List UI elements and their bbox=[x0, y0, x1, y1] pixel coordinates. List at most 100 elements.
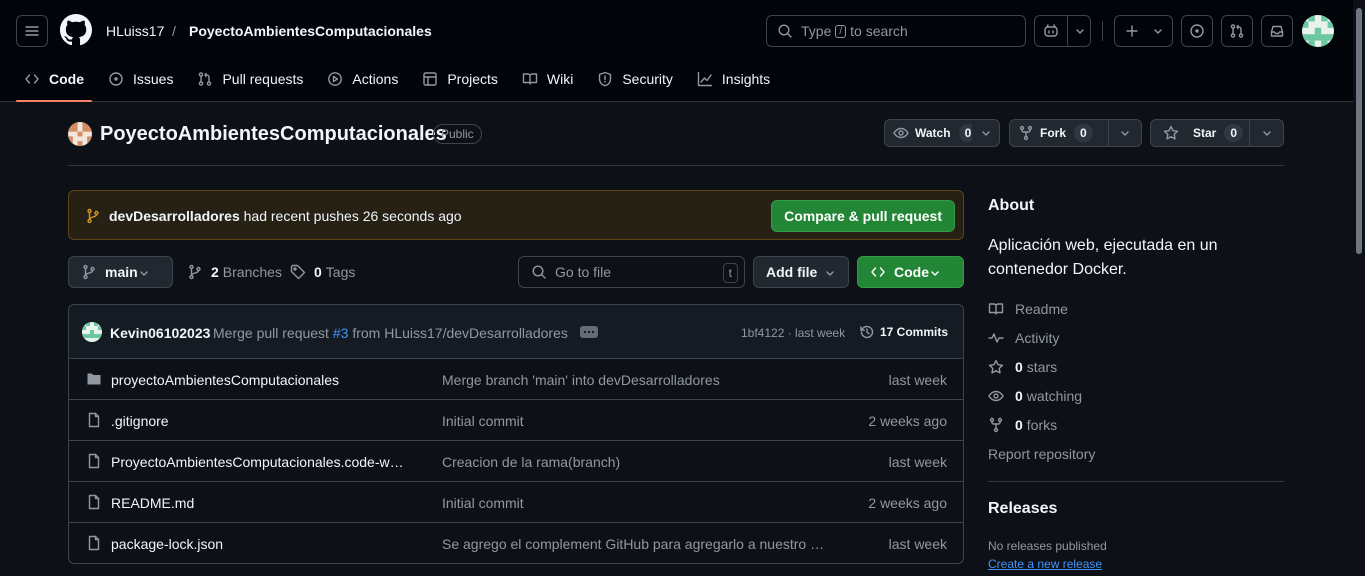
table-row[interactable]: ProyectoAmbientesComputacionales.code-wo… bbox=[69, 441, 963, 482]
file-commit-message[interactable]: Creacion de la rama(branch) bbox=[442, 454, 620, 470]
user-avatar[interactable] bbox=[1302, 15, 1334, 47]
star-dropdown[interactable] bbox=[1250, 119, 1284, 147]
star-button[interactable]: Star 0 bbox=[1150, 119, 1250, 147]
file-name[interactable]: .gitignore bbox=[111, 413, 169, 429]
tab-projects[interactable]: Projects bbox=[414, 62, 506, 96]
file-name[interactable]: package-lock.json bbox=[111, 536, 223, 552]
commit-pr-link[interactable]: #3 bbox=[333, 325, 349, 341]
forks-link[interactable]: 0 forks bbox=[988, 417, 1057, 433]
table-row[interactable]: package-lock.json Se agrego el complemen… bbox=[69, 523, 963, 563]
watching-link[interactable]: 0 watching bbox=[988, 388, 1082, 404]
star-icon bbox=[1163, 125, 1179, 141]
breadcrumb-owner[interactable]: HLuiss17 bbox=[106, 23, 164, 39]
tab-issues[interactable]: Issues bbox=[100, 62, 181, 96]
tags-link[interactable]: 0 Tags bbox=[290, 264, 355, 280]
title-divider bbox=[68, 165, 1284, 166]
star-icon bbox=[988, 359, 1004, 375]
readme-link[interactable]: Readme bbox=[988, 301, 1068, 317]
book-icon bbox=[988, 301, 1004, 317]
tab-label: Projects bbox=[447, 71, 498, 87]
add-file-button[interactable]: Add file bbox=[753, 256, 849, 288]
copilot-divider bbox=[1067, 16, 1068, 46]
forks-label: forks bbox=[1026, 417, 1058, 433]
branch-selector[interactable]: main bbox=[68, 256, 173, 288]
tab-wiki[interactable]: Wiki bbox=[514, 62, 581, 96]
fork-count: 0 bbox=[1074, 124, 1093, 142]
eye-icon bbox=[893, 125, 909, 141]
search-input[interactable]: Type / to search bbox=[766, 15, 1026, 47]
create-release-link[interactable]: Create a new release bbox=[988, 557, 1102, 571]
repo-title[interactable]: PoyectoAmbientesComputacionales bbox=[100, 123, 447, 146]
watch-dropdown[interactable] bbox=[972, 119, 1000, 147]
graph-icon bbox=[697, 71, 713, 87]
chevron-down-icon[interactable] bbox=[1072, 23, 1088, 39]
tab-insights[interactable]: Insights bbox=[689, 62, 778, 96]
branches-label: Branches bbox=[222, 264, 282, 280]
report-repository-link[interactable]: Report repository bbox=[988, 446, 1095, 462]
github-logo-icon[interactable] bbox=[60, 14, 92, 46]
copilot-icon bbox=[1043, 23, 1059, 39]
watch-control: Watch 0 bbox=[884, 119, 1000, 147]
tab-label: Issues bbox=[133, 71, 174, 87]
scrollbar-thumb[interactable] bbox=[1356, 8, 1362, 254]
folder-icon bbox=[86, 371, 102, 387]
expand-commit-button[interactable] bbox=[580, 326, 598, 338]
fork-dropdown[interactable] bbox=[1109, 119, 1142, 147]
table-row[interactable]: proyectoAmbientesComputacionales Merge b… bbox=[69, 359, 963, 400]
tab-label: Insights bbox=[721, 71, 771, 87]
commits-history-link[interactable]: 17 Commits bbox=[859, 324, 948, 340]
tab-label: Security bbox=[622, 71, 673, 87]
issues-header-button[interactable] bbox=[1181, 15, 1213, 47]
commit-author-avatar[interactable] bbox=[82, 322, 102, 342]
breadcrumb-repo[interactable]: PoyectoAmbientesComputacionales bbox=[189, 23, 432, 39]
file-commit-message[interactable]: Initial commit bbox=[442, 495, 524, 511]
menu-button[interactable] bbox=[16, 15, 48, 47]
page-scrollbar[interactable] bbox=[1353, 0, 1365, 576]
file-name[interactable]: ProyectoAmbientesComputacionales.code-wo… bbox=[111, 454, 411, 470]
file-commit-message[interactable]: Se agrego el complement GitHub para agre… bbox=[442, 536, 828, 552]
tab-code[interactable]: Code bbox=[16, 62, 92, 102]
file-name[interactable]: README.md bbox=[111, 495, 194, 511]
file-commit-message[interactable]: Initial commit bbox=[442, 413, 524, 429]
fork-button[interactable]: Fork 0 bbox=[1009, 119, 1109, 147]
releases-heading[interactable]: Releases bbox=[988, 500, 1057, 518]
commits-count: 17 Commits bbox=[880, 325, 949, 339]
chevron-down-icon bbox=[1259, 125, 1275, 141]
activity-link[interactable]: Activity bbox=[988, 330, 1059, 346]
history-icon bbox=[859, 324, 875, 340]
tab-actions[interactable]: Actions bbox=[319, 62, 406, 96]
tab-security[interactable]: Security bbox=[589, 62, 681, 96]
repo-forked-icon bbox=[988, 417, 1004, 433]
file-name[interactable]: proyectoAmbientesComputacionales bbox=[111, 372, 339, 388]
code-button-label: Code bbox=[894, 264, 929, 280]
commit-author[interactable]: Kevin06102023 bbox=[110, 325, 210, 341]
branches-link[interactable]: 2 Branches bbox=[187, 264, 282, 280]
star-label: Star bbox=[1193, 126, 1217, 140]
banner-branch-name[interactable]: devDesarrolladores bbox=[109, 208, 240, 224]
copilot-button[interactable] bbox=[1034, 15, 1091, 47]
tab-pull-requests[interactable]: Pull requests bbox=[189, 62, 311, 96]
code-button[interactable]: Code bbox=[857, 256, 964, 288]
about-description: Aplicación web, ejecutada en un contened… bbox=[988, 237, 1218, 278]
inbox-button[interactable] bbox=[1261, 15, 1293, 47]
inbox-icon bbox=[1269, 23, 1285, 39]
go-to-file-input[interactable]: Go to file t bbox=[518, 256, 745, 288]
compare-pull-request-button[interactable]: Compare & pull request bbox=[771, 200, 955, 232]
latest-commit: Kevin06102023 Merge pull request #3 from… bbox=[69, 305, 963, 359]
search-placeholder-post: to search bbox=[850, 23, 908, 39]
git-branch-icon bbox=[81, 264, 97, 280]
banner-message: had recent pushes 26 seconds ago bbox=[243, 208, 462, 224]
eye-icon bbox=[988, 388, 1004, 404]
table-row[interactable]: README.md Initial commit 2 weeks ago bbox=[69, 482, 963, 523]
commit-hash-time[interactable]: 1bf4122 · last week bbox=[741, 326, 845, 340]
owner-avatar[interactable] bbox=[68, 122, 92, 146]
breadcrumb-separator: / bbox=[172, 23, 176, 39]
file-commit-message[interactable]: Merge branch 'main' into devDesarrollado… bbox=[442, 372, 720, 388]
watch-button[interactable]: Watch 0 bbox=[884, 119, 978, 147]
sidebar-divider bbox=[988, 481, 1284, 482]
create-new-button[interactable] bbox=[1114, 15, 1173, 47]
pull-requests-header-button[interactable] bbox=[1221, 15, 1253, 47]
stars-link[interactable]: 0 stars bbox=[988, 359, 1057, 375]
table-row[interactable]: .gitignore Initial commit 2 weeks ago bbox=[69, 400, 963, 441]
commit-message[interactable]: Merge pull request #3 from HLuiss17/devD… bbox=[213, 325, 568, 341]
